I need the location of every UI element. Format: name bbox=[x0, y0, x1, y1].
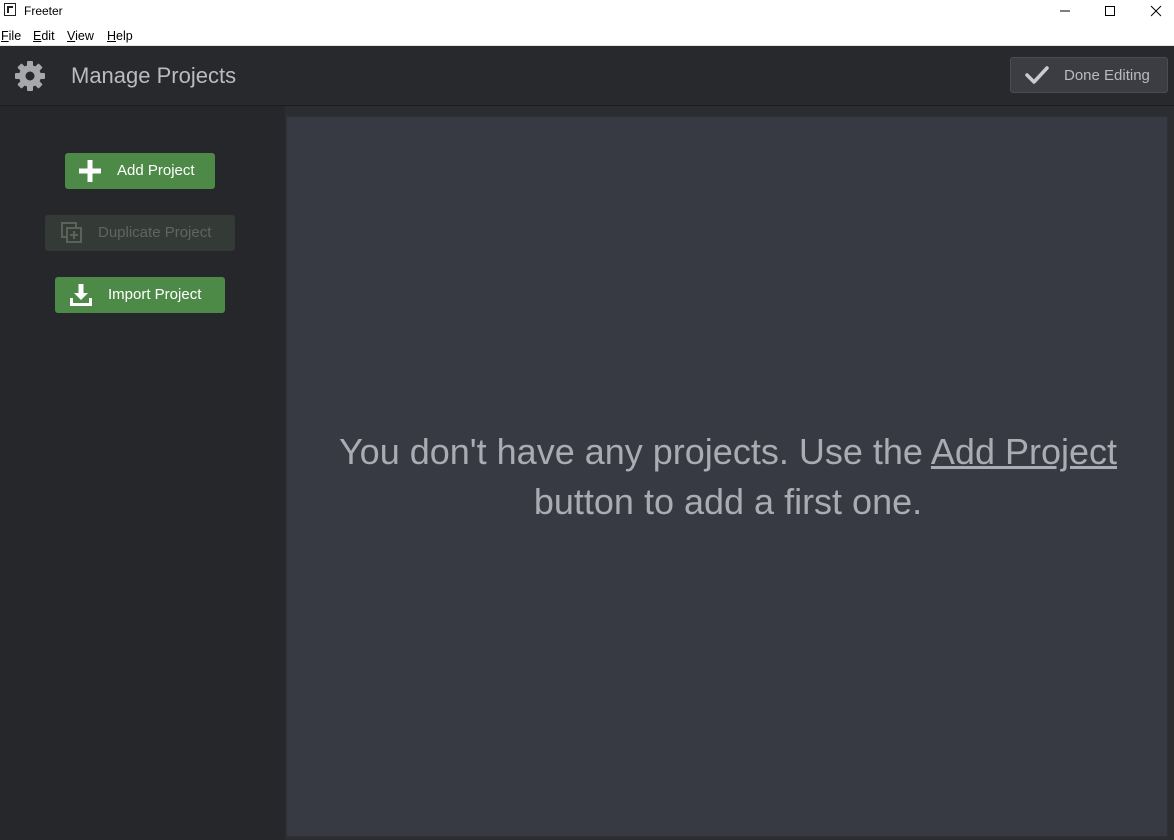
checkmark-icon bbox=[1025, 66, 1049, 84]
add-project-button[interactable]: Add Project bbox=[65, 153, 215, 189]
window-title: Freeter bbox=[24, 4, 63, 18]
close-icon bbox=[1150, 5, 1162, 17]
done-editing-label: Done Editing bbox=[1064, 67, 1150, 84]
import-project-label: Import Project bbox=[108, 286, 202, 303]
maximize-icon bbox=[1105, 6, 1115, 16]
close-button[interactable] bbox=[1133, 0, 1174, 22]
menu-bar: File Edit View Help bbox=[0, 24, 1174, 46]
done-editing-button[interactable]: Done Editing bbox=[1010, 57, 1168, 93]
maximize-button[interactable] bbox=[1087, 0, 1133, 22]
duplicate-project-button[interactable]: Duplicate Project bbox=[45, 215, 235, 251]
minimize-button[interactable] bbox=[1042, 0, 1088, 22]
menu-view[interactable]: View bbox=[67, 29, 94, 43]
projects-panel: You don't have any projects. Use the Add… bbox=[286, 116, 1168, 837]
window-titlebar: Freeter bbox=[0, 0, 1174, 24]
freeter-logo-icon bbox=[4, 3, 16, 16]
download-icon bbox=[70, 284, 92, 306]
page-title: Manage Projects bbox=[71, 63, 237, 88]
import-project-button[interactable]: Import Project bbox=[55, 277, 225, 313]
sidebar: Add Project Duplicate Project Import Pro… bbox=[0, 106, 285, 840]
duplicate-project-label: Duplicate Project bbox=[98, 224, 212, 241]
duplicate-icon bbox=[61, 222, 82, 243]
gear-icon[interactable] bbox=[14, 60, 46, 92]
empty-state-message: You don't have any projects. Use the Add… bbox=[338, 431, 1118, 522]
add-project-link[interactable]: Add Project bbox=[931, 431, 1117, 472]
plus-icon bbox=[79, 160, 101, 182]
menu-edit[interactable]: Edit bbox=[33, 29, 55, 43]
add-project-label: Add Project bbox=[117, 162, 195, 179]
app-header: Manage Projects Done Editing bbox=[0, 46, 1174, 106]
menu-help[interactable]: Help bbox=[107, 29, 133, 43]
minimize-icon bbox=[1060, 10, 1070, 12]
menu-file[interactable]: File bbox=[1, 29, 21, 43]
